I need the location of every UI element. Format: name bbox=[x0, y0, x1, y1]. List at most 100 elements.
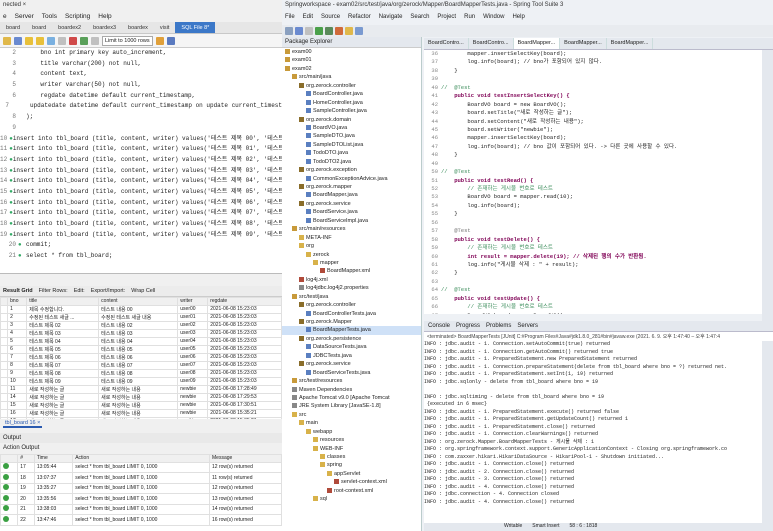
grid-cell[interactable]: 수정된 테스트 새글 내용 bbox=[98, 312, 179, 322]
result-tab[interactable]: tbl_board 16 × bbox=[3, 420, 43, 428]
grid-cell[interactable]: 테스트 제목 08 bbox=[26, 368, 100, 378]
limit-rows-select[interactable]: Limit to 1000 rows bbox=[102, 35, 153, 46]
grid-cell[interactable]: 새로 작성하는 내용 bbox=[98, 400, 179, 410]
grid-cell[interactable]: 새로 작성하는 글 bbox=[26, 384, 100, 394]
action-output-select[interactable]: Action Output bbox=[0, 443, 282, 453]
row-selector[interactable] bbox=[0, 384, 9, 394]
tree-node[interactable]: JDBCTests.java bbox=[282, 352, 421, 360]
wb-menu-item[interactable]: Server bbox=[15, 13, 34, 20]
tree-node[interactable]: Maven Dependencies bbox=[282, 386, 421, 394]
grid-cell[interactable]: 수정된 테스트 새글 ... bbox=[26, 312, 100, 322]
grid-cell[interactable]: 2021-06-08 15:35:21 bbox=[207, 408, 282, 418]
grid-cell[interactable]: user08 bbox=[177, 368, 209, 378]
row-selector[interactable] bbox=[0, 304, 9, 314]
grid-cell[interactable]: 새로 작성하는 글 bbox=[26, 392, 100, 402]
grid-column-header[interactable]: title bbox=[26, 297, 100, 306]
row-selector[interactable] bbox=[0, 320, 9, 330]
row-selector[interactable] bbox=[0, 360, 9, 370]
tree-node[interactable]: spring bbox=[282, 461, 421, 469]
grid-cell[interactable]: 5 bbox=[7, 336, 28, 346]
tree-node[interactable]: Apache Tomcat v9.0 [Apache Tomcat bbox=[282, 394, 421, 402]
grid-cell[interactable]: newbie bbox=[177, 416, 209, 419]
tree-node[interactable]: root-context.xml bbox=[282, 487, 421, 495]
grid-cell[interactable]: 16 bbox=[7, 408, 28, 418]
tree-node[interactable]: DataSourceTests.java bbox=[282, 343, 421, 351]
tree-node[interactable]: mapper bbox=[282, 259, 421, 267]
tree-node[interactable]: org.zerock.controller bbox=[282, 82, 421, 90]
grid-cell[interactable]: 15 bbox=[7, 400, 28, 410]
grid-cell[interactable]: 테스트 내용 05 bbox=[98, 344, 179, 354]
tree-node[interactable]: BoardService.java bbox=[282, 208, 421, 216]
wb-tab[interactable]: visit bbox=[154, 22, 175, 33]
sts-menu-item[interactable]: Run bbox=[464, 14, 475, 22]
wb-tab[interactable]: boardex2 bbox=[52, 22, 87, 33]
row-selector[interactable] bbox=[0, 336, 9, 346]
execute-icon[interactable] bbox=[25, 36, 33, 45]
grid-row[interactable]: 3 테스트 제목 02 테스트 내용 02 user02 2021-06-08 15:2… bbox=[0, 320, 282, 330]
grid-cell[interactable]: 2021-06-08 15:23:03 bbox=[207, 336, 282, 346]
grid-cell[interactable]: 17 bbox=[7, 416, 28, 419]
output-row[interactable]: 17 13:05:44 select * from tbl_board LIMIT … bbox=[0, 461, 282, 473]
rollback-icon[interactable] bbox=[91, 36, 99, 45]
grid-row[interactable]: 10 테스트 제목 09 테스트 내용 09 user09 2021-06-08 15:… bbox=[0, 376, 282, 386]
tree-node[interactable]: exam01 bbox=[282, 56, 421, 64]
tree-node[interactable]: BoardController.java bbox=[282, 90, 421, 98]
row-selector[interactable] bbox=[0, 376, 9, 386]
grid-column-header[interactable]: regdate bbox=[207, 297, 282, 306]
editor-tab[interactable]: BoardMapper... bbox=[607, 38, 654, 49]
wb-tab[interactable]: SQL File 8* bbox=[175, 22, 216, 33]
grid-cell[interactable]: 2021-06-08 15:23:03 bbox=[207, 312, 282, 322]
tree-node[interactable]: BoardServiceTests.java bbox=[282, 369, 421, 377]
external-tools-icon[interactable] bbox=[335, 27, 343, 35]
grid-row[interactable]: 8 테스트 제목 07 테스트 내용 07 user07 2021-06-08 15:2… bbox=[0, 360, 282, 370]
result-grid-label[interactable]: Result Grid bbox=[3, 288, 33, 294]
tree-node[interactable]: resources bbox=[282, 436, 421, 444]
beautify-icon[interactable] bbox=[155, 36, 164, 45]
search-icon[interactable] bbox=[355, 27, 363, 35]
grid-cell[interactable]: 새로 작성하는 글 bbox=[26, 408, 100, 418]
grid-cell[interactable]: newbie bbox=[177, 392, 209, 402]
tree-node[interactable]: org bbox=[282, 242, 421, 250]
grid-cell[interactable]: 테스트 제목 07 bbox=[26, 360, 100, 370]
sts-menu-item[interactable]: Help bbox=[512, 14, 524, 22]
output-row[interactable]: 21 13:38:03 select * from tbl_board LIMIT … bbox=[0, 503, 282, 515]
grid-cell[interactable]: 새로 작성하는 글 bbox=[26, 416, 100, 419]
grid-cell[interactable]: 2021-06-08 15:23:03 bbox=[207, 360, 282, 370]
row-selector[interactable] bbox=[0, 416, 9, 419]
tree-node[interactable]: BoardMapperTests.java bbox=[282, 326, 421, 335]
project-tree[interactable]: exam00 exam01 exam02 src/main/java org.zeroc… bbox=[282, 48, 421, 504]
console-tab[interactable]: Servers bbox=[517, 323, 538, 329]
tree-node[interactable]: CommonExceptionAdvice.java bbox=[282, 175, 421, 183]
grid-cell[interactable]: 테스트 내용 04 bbox=[98, 336, 179, 346]
grid-cell[interactable]: 2021-06-08 17:29:53 bbox=[207, 392, 282, 402]
tree-node[interactable]: org.zerock.persistence bbox=[282, 335, 421, 343]
tree-node[interactable]: org.zerock.service bbox=[282, 200, 421, 208]
grid-cell[interactable]: 2021-06-08 15:23:03 bbox=[207, 344, 282, 354]
grid-cell[interactable]: 새로 작성하는 내용 bbox=[98, 384, 179, 394]
grid-row[interactable]: 4 테스트 제목 03 테스트 내용 03 user03 2021-06-08 15:2… bbox=[0, 328, 282, 338]
wb-tab[interactable]: boardex bbox=[122, 22, 154, 33]
tree-node[interactable]: TodoDTO.java bbox=[282, 149, 421, 157]
grid-column-header[interactable]: bno bbox=[7, 297, 28, 306]
grid-cell[interactable]: 11 bbox=[7, 384, 28, 394]
row-selector[interactable] bbox=[0, 352, 9, 362]
sts-menu-item[interactable]: Navigate bbox=[379, 14, 403, 22]
grid-cell[interactable]: 14 bbox=[7, 392, 28, 402]
tree-node[interactable]: SampleDTO.java bbox=[282, 132, 421, 140]
tree-node[interactable]: org.zerock.Mapper bbox=[282, 318, 421, 326]
grid-cell[interactable]: 2 bbox=[7, 312, 28, 322]
tree-node[interactable]: BoardControllerTests.java bbox=[282, 310, 421, 318]
tree-node[interactable]: webapp bbox=[282, 428, 421, 436]
new-icon[interactable] bbox=[285, 27, 293, 35]
grid-cell[interactable]: 테스트 제목 06 bbox=[26, 352, 100, 362]
open-file-icon[interactable] bbox=[3, 36, 11, 45]
grid-cell[interactable]: 2021-06-08 15:23:03 bbox=[207, 320, 282, 330]
stop-icon[interactable] bbox=[58, 36, 66, 45]
grid-row[interactable]: 16 새로 작성하는 글 새로 작성하는 내용 newbie 2021-06-08 15… bbox=[0, 408, 282, 418]
tree-node[interactable]: TodoDTO2.java bbox=[282, 158, 421, 166]
sts-menu-item[interactable]: Refactor bbox=[348, 14, 371, 22]
grid-cell[interactable]: user07 bbox=[177, 360, 209, 370]
grid-cell[interactable]: 테스트 내용 02 bbox=[98, 320, 179, 330]
tree-node[interactable]: BoardServiceImpl.java bbox=[282, 217, 421, 225]
export-import-label[interactable]: Export/Import: bbox=[91, 288, 126, 294]
